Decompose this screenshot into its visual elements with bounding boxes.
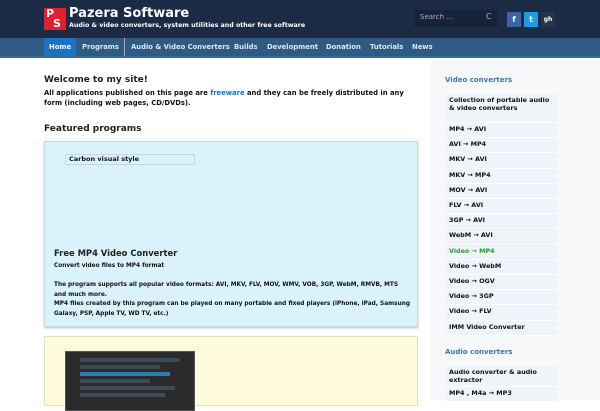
featured-program-card-2[interactable]: [44, 336, 418, 411]
sidebar-video-item[interactable]: Video → WebM: [445, 259, 557, 275]
main-nav: Home Programs Audio & Video Converters B…: [0, 38, 600, 58]
sidebar-video-item[interactable]: WebM → AVI: [445, 229, 557, 245]
welcome-heading: Welcome to my site!: [44, 75, 148, 85]
sidebar-video-item[interactable]: IMM Video Converter: [445, 320, 557, 336]
sidebar-video-item[interactable]: 3GP → AVI: [445, 214, 557, 230]
program-title[interactable]: Free MP4 Video Converter: [54, 248, 177, 258]
desc-line: The program supports all popular video f…: [54, 282, 399, 298]
sidebar-audio-item[interactable]: Audio converter & audio extractor: [445, 366, 557, 387]
featured-heading: Featured programs: [44, 124, 142, 134]
sidebar-video-item[interactable]: AVI → MP4: [445, 138, 557, 154]
audio-converters-heading: Audio converters: [445, 348, 513, 356]
twitter-icon[interactable]: t: [524, 12, 538, 27]
desc-line: MP4 files created by this program can be…: [54, 301, 410, 318]
sidebar-video-item[interactable]: Collection of portable audio & video con…: [445, 94, 557, 123]
github-icon[interactable]: gh: [541, 12, 555, 27]
nav-donation[interactable]: Donation: [321, 38, 366, 56]
sidebar: Video converters Audio converters Collec…: [430, 60, 600, 402]
nav-development[interactable]: Development: [262, 38, 323, 56]
sidebar-video-item[interactable]: MOV → AVI: [445, 183, 557, 199]
video-converters-heading: Video converters: [445, 76, 513, 84]
sidebar-video-item[interactable]: FLV → AVI: [445, 199, 557, 215]
featured-program-card[interactable]: Carbon visual style Free MP4 Video Conve…: [44, 141, 418, 327]
header: PS Pazera Software Audio & video convert…: [0, 0, 600, 38]
sidebar-video-item[interactable]: Video → FLV: [445, 305, 557, 321]
logo[interactable]: PS: [44, 8, 66, 30]
sidebar-video-item[interactable]: Video → 3GP: [445, 290, 557, 306]
nav-builds[interactable]: Builds: [229, 38, 263, 56]
sidebar-video-item[interactable]: Video → MP4: [445, 244, 557, 260]
intro-text: All applications published on this page …: [44, 88, 418, 108]
sidebar-video-item[interactable]: MKV → MP4: [445, 168, 557, 184]
freeware-link[interactable]: freeware: [210, 89, 244, 97]
nav-tutorials[interactable]: Tutorials: [365, 38, 408, 56]
main-content: Welcome to my site! All applications pub…: [44, 60, 418, 134]
site-title[interactable]: Pazera Software: [69, 6, 189, 21]
nav-av-converters[interactable]: Audio & Video Converters: [126, 38, 235, 56]
screenshot-caption: Carbon visual style: [65, 154, 195, 165]
logo-letter: S: [53, 17, 61, 30]
program-screenshot[interactable]: [65, 351, 195, 411]
nav-news[interactable]: News: [407, 38, 438, 56]
nav-home[interactable]: Home: [44, 38, 77, 56]
program-description: The program supports all popular video f…: [54, 281, 410, 320]
sidebar-video-item[interactable]: Video → OGV: [445, 275, 557, 291]
facebook-icon[interactable]: f: [507, 12, 521, 27]
site-tagline: Audio & video converters, system utiliti…: [69, 22, 306, 29]
program-subtitle: Convert video files to MP4 format: [54, 263, 165, 269]
search-icon[interactable]: C: [486, 12, 492, 21]
intro-part: All applications published on this page …: [44, 89, 211, 97]
sidebar-video-item[interactable]: MP4 → AVI: [445, 123, 557, 139]
nav-programs[interactable]: Programs: [77, 38, 125, 56]
sidebar-video-item[interactable]: MKV → AVI: [445, 153, 557, 169]
